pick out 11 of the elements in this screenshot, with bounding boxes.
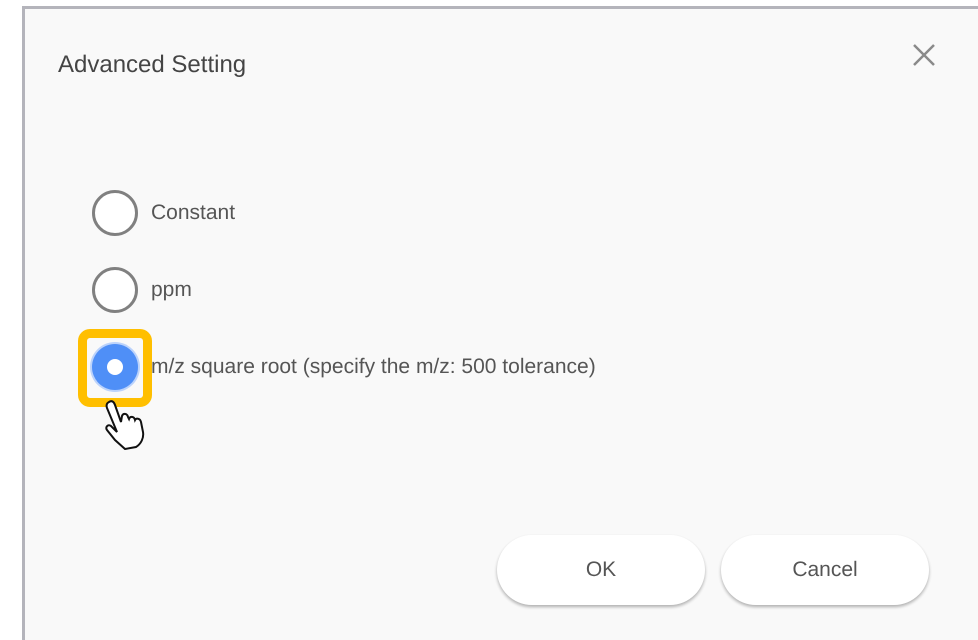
radio-button[interactable]: [92, 344, 138, 390]
dialog-button[interactable]: Cancel: [721, 535, 929, 605]
option-label: m/z square root (specify the m/z: 500 tolerance): [151, 354, 596, 380]
radio-button[interactable]: [92, 190, 138, 236]
dialog-button[interactable]: OK: [497, 535, 705, 605]
dialog-title: Advanced Setting: [58, 50, 246, 80]
close-icon[interactable]: [912, 43, 936, 67]
hand-cursor-icon: [103, 400, 145, 450]
radio-button[interactable]: [92, 267, 138, 313]
option-label: ppm: [151, 277, 192, 304]
option-label: Constant: [151, 200, 236, 226]
